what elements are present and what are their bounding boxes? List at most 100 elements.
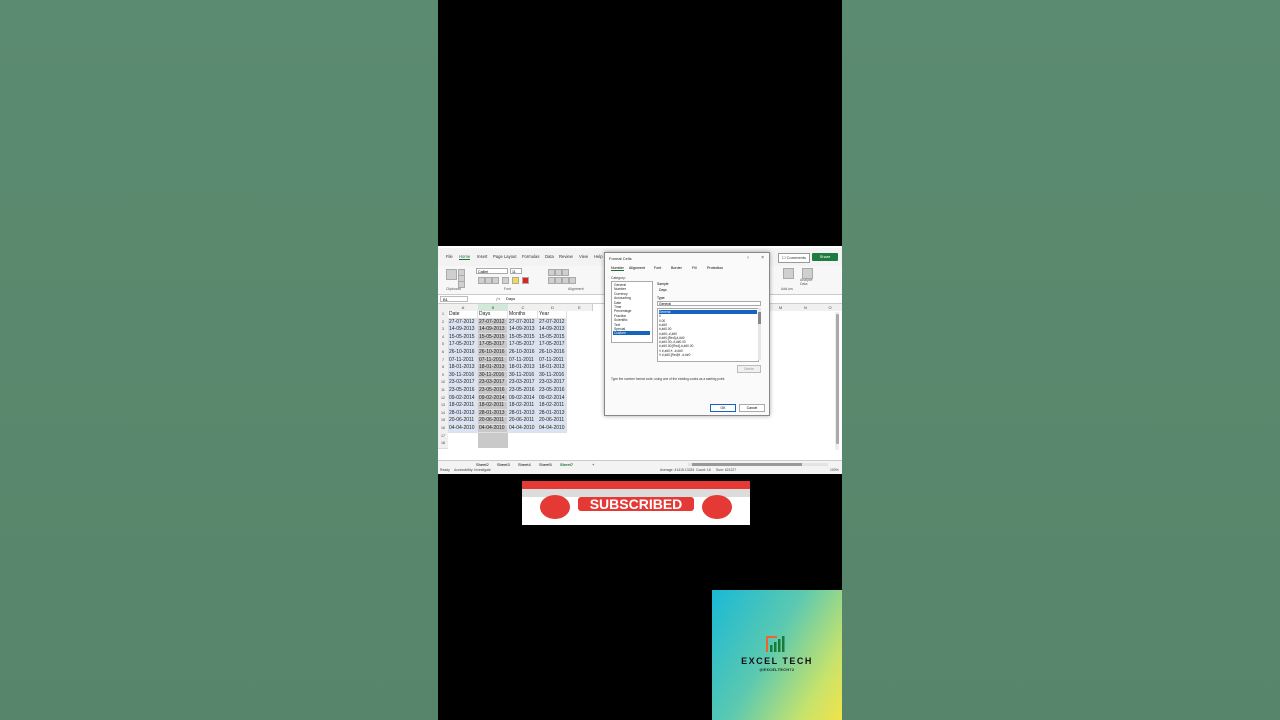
paste-icon[interactable] (446, 269, 457, 280)
date-cell[interactable]: 23-05-2016 (508, 387, 538, 395)
type-input[interactable]: General (657, 301, 761, 306)
date-cell[interactable]: 15-05-2015 (538, 333, 567, 342)
category-item[interactable]: Time (613, 305, 650, 309)
align-left-icon[interactable] (548, 277, 555, 284)
date-cell[interactable]: 14-09-2013 (448, 326, 478, 334)
align-right-icon[interactable] (562, 277, 569, 284)
scroll-thumb[interactable] (835, 314, 839, 444)
date-cell[interactable]: 09-02-2014 (478, 394, 508, 403)
align-top-icon[interactable] (548, 269, 555, 276)
date-cell[interactable]: 27-07-2012 (538, 318, 567, 327)
horizontal-scrollbar[interactable] (688, 463, 828, 466)
addins-icon[interactable] (783, 268, 794, 279)
formula-input[interactable]: Days (506, 296, 515, 301)
vertical-scrollbar[interactable] (835, 312, 839, 450)
date-cell[interactable]: 04-04-2010 (538, 425, 567, 433)
date-cell[interactable]: 26-10-2016 (538, 349, 567, 357)
category-list[interactable]: General Number Currency Accounting Date Time P… (611, 281, 653, 343)
date-cell[interactable]: 09-02-2014 (508, 394, 538, 403)
tab-file[interactable]: File (446, 254, 453, 259)
date-cell[interactable]: 04-04-2010 (478, 425, 508, 433)
date-cell[interactable]: 23-05-2016 (448, 387, 478, 395)
date-cell[interactable]: 18-02-2011 (448, 402, 478, 410)
date-cell[interactable]: 18-01-2013 (448, 364, 478, 372)
zoom-level[interactable]: 100% (830, 468, 839, 472)
close-icon[interactable]: × (761, 255, 764, 261)
date-cell[interactable]: 04-04-2010 (508, 425, 538, 433)
date-cell[interactable]: 20-06-2011 (448, 417, 478, 425)
tab-help[interactable]: Help (594, 254, 603, 259)
h-scroll-thumb[interactable] (692, 463, 802, 466)
dialog-tab-font[interactable]: Font (654, 266, 661, 270)
fill-color-icon[interactable] (512, 277, 519, 284)
tab-view[interactable]: View (579, 254, 588, 259)
merge-center-icon[interactable] (569, 277, 576, 284)
date-cell[interactable]: 17-05-2017 (508, 341, 538, 349)
date-cell[interactable]: 28-01-2013 (448, 409, 478, 418)
col-header-b[interactable]: B (478, 304, 509, 311)
tab-insert[interactable]: Insert (477, 254, 487, 259)
cancel-button[interactable]: Cancel (739, 404, 765, 412)
category-item[interactable]: Text (613, 323, 650, 327)
date-cell[interactable]: 20-06-2011 (538, 417, 567, 425)
date-cell[interactable]: 07-11-2011 (448, 356, 478, 365)
date-cell[interactable]: 28-01-2013 (478, 409, 508, 418)
font-name-select[interactable]: Calibri (476, 268, 508, 274)
category-item[interactable]: General (613, 283, 650, 287)
date-cell[interactable]: 09-02-2014 (448, 394, 478, 403)
format-code-list[interactable]: General 0 0.00 #,##0 #,##0.00 #,##0;-#,##0 #,#… (657, 308, 759, 362)
date-cell[interactable]: 07-11-2011 (478, 356, 508, 365)
col-header-c[interactable]: C (508, 304, 539, 311)
date-cell[interactable]: 15-05-2015 (448, 333, 478, 342)
align-center-icon[interactable] (555, 277, 562, 284)
format-code-item[interactable]: ₹ #,##0;[Red]₹ -#,##0 (659, 353, 757, 357)
date-cell[interactable]: 18-01-2013 (478, 364, 508, 372)
font-size-select[interactable]: 11 (510, 268, 522, 274)
category-item[interactable]: Custom (613, 331, 650, 336)
date-cell[interactable]: 14-09-2013 (508, 326, 538, 334)
wrap-text-icon[interactable] (562, 269, 569, 276)
category-item[interactable]: Scientific (613, 318, 650, 322)
date-cell[interactable]: 30-11-2016 (538, 371, 567, 380)
category-item[interactable]: Currency (613, 292, 650, 296)
dialog-tab-border[interactable]: Border (671, 266, 682, 270)
date-cell[interactable]: 30-11-2016 (478, 371, 508, 380)
date-cell[interactable]: 26-10-2016 (478, 349, 508, 357)
category-item[interactable]: Fraction (613, 314, 650, 318)
date-cell[interactable]: 27-07-2012 (478, 318, 508, 327)
date-cell[interactable]: 23-03-2017 (448, 379, 478, 387)
selected-column-empty-cells[interactable] (478, 432, 508, 448)
col-header-d[interactable]: D (538, 304, 568, 311)
borders-icon[interactable] (502, 277, 509, 284)
tab-review[interactable]: Review (559, 254, 573, 259)
dialog-tab-fill[interactable]: Fill (692, 266, 697, 270)
date-cell[interactable]: 18-01-2013 (508, 364, 538, 372)
category-item[interactable]: Date (613, 301, 650, 305)
category-item[interactable]: Percentage (613, 309, 650, 313)
date-cell[interactable]: 26-10-2016 (448, 349, 478, 357)
date-cell[interactable]: 17-05-2017 (538, 341, 567, 349)
date-cell[interactable]: 07-11-2011 (538, 356, 567, 365)
date-cell[interactable]: 23-05-2016 (538, 387, 567, 395)
date-cell[interactable]: 20-06-2011 (508, 417, 538, 425)
bold-icon[interactable] (478, 277, 485, 284)
delete-button[interactable]: Delete (737, 365, 761, 373)
tab-home[interactable]: Home (459, 254, 471, 260)
align-middle-icon[interactable] (555, 269, 562, 276)
date-cell[interactable]: 07-11-2011 (508, 356, 538, 365)
name-box[interactable]: B1 (440, 296, 468, 302)
col-header-m[interactable]: M (768, 304, 794, 311)
date-cell[interactable]: 27-07-2012 (448, 318, 478, 327)
date-cell[interactable]: 18-01-2013 (538, 364, 567, 372)
font-color-icon[interactable] (522, 277, 529, 284)
date-cell[interactable]: 18-02-2011 (538, 402, 567, 410)
format-list-scroll-thumb[interactable] (758, 312, 761, 324)
date-cell[interactable]: 18-02-2011 (478, 402, 508, 410)
fx-icon[interactable]: ƒx (496, 296, 500, 301)
date-cell[interactable]: 15-05-2015 (508, 333, 538, 342)
share-button[interactable]: Share (812, 253, 838, 261)
category-item[interactable]: Special (613, 327, 650, 331)
column-title-cell[interactable]: Months (508, 311, 538, 319)
accessibility-status[interactable]: Accessibility: Investigate (454, 468, 491, 472)
underline-icon[interactable] (492, 277, 499, 284)
